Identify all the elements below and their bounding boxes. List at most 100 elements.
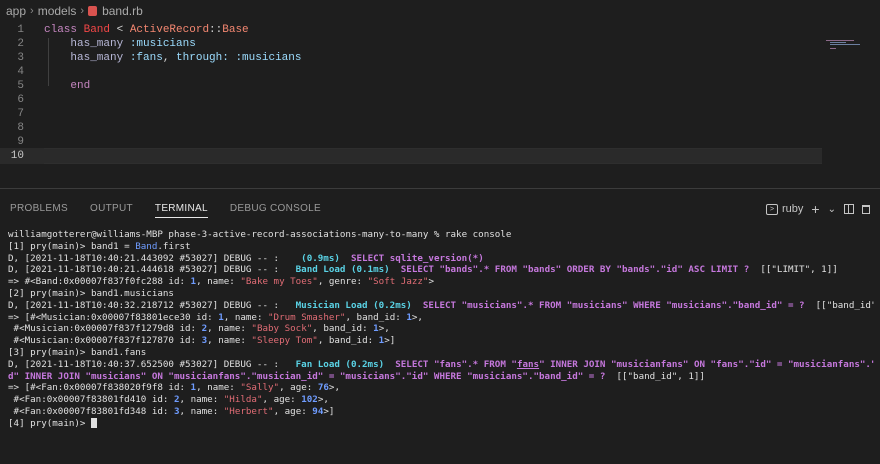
terminal-line: => #<Band:0x00007f837f0fc288 id: 1, name… xyxy=(8,276,874,288)
terminal-text: SELECT sqlite_version(*) xyxy=(350,252,484,264)
terminal-text: [["LIMIT", 1]] xyxy=(749,264,838,276)
terminal-line: D, [2021-11-18T10:40:21.444618 #53027] D… xyxy=(8,264,874,276)
panel-tabs: PROBLEMS OUTPUT TERMINAL DEBUG CONSOLE xyxy=(0,189,880,227)
panel-actions: > ruby + ⌄ xyxy=(758,201,870,217)
terminal-text: , name: xyxy=(207,323,252,335)
terminal-text: Band Load (0.1ms) xyxy=(295,264,390,276)
terminal-text: , name: xyxy=(196,276,241,288)
terminal-text: "Sleepy Tom" xyxy=(251,335,318,347)
chevron-down-icon: ⌄ xyxy=(827,203,836,215)
terminal-text: "Soft Jazz" xyxy=(367,276,429,288)
breadcrumb-file[interactable]: band.rb xyxy=(102,4,143,18)
breadcrumb: app › models › band.rb xyxy=(0,0,880,22)
terminal-text: Musician Load (0.2ms) xyxy=(295,299,412,311)
code-token: < xyxy=(110,24,130,36)
terminal-line: D, [2021-11-18T10:40:21.443092 #53027] D… xyxy=(8,253,874,265)
terminal-text: D, [2021-11-18T10:40:21.444618 #53027] D… xyxy=(8,264,296,276)
ruby-file-icon xyxy=(88,6,98,16)
terminal-text: >] xyxy=(384,335,396,347)
code-line[interactable]: 10 xyxy=(0,148,822,164)
terminal-text: #<Fan:0x00007f83801fd348 id: xyxy=(8,405,174,417)
terminal-text: => #<Band:0x00007f837f0fc288 id: xyxy=(8,276,191,288)
plus-icon: + xyxy=(811,201,820,217)
breadcrumb-app[interactable]: app xyxy=(6,4,26,18)
terminal-line: => [#<Musician:0x00007f83801ece30 id: 1,… xyxy=(8,312,874,324)
terminal-text: [["band_id", 1]] xyxy=(605,370,705,382)
code-token: :fans xyxy=(129,52,163,64)
terminal-text: >, xyxy=(317,394,329,406)
code-token: has_many xyxy=(70,38,130,50)
terminal-line: #<Fan:0x00007f83801fd348 id: 3, name: "H… xyxy=(8,406,874,418)
terminal-text: SELECT "bands".* FROM "bands" ORDER BY "… xyxy=(400,264,750,276)
terminal-line: [1] pry(main)> band1 = Band.first xyxy=(8,241,874,253)
terminal-text: , name: xyxy=(179,405,224,417)
terminal-text: , age: xyxy=(273,405,313,417)
terminal-line: [3] pry(main)> band1.fans xyxy=(8,347,874,359)
terminal-line: [4] pry(main)> xyxy=(8,418,874,430)
terminal-text: >, xyxy=(411,311,423,323)
terminal-text: (0.9ms) xyxy=(295,252,340,264)
code-token: class xyxy=(44,24,84,36)
terminal-text: fans xyxy=(516,358,540,370)
terminal-icon: > xyxy=(766,203,779,215)
terminal-text: , name: xyxy=(196,382,241,394)
terminal-line: d" INNER JOIN "musicians" ON "musicianfa… xyxy=(8,371,874,383)
tab-terminal[interactable]: TERMINAL xyxy=(154,189,208,227)
terminal-text: , name: xyxy=(179,394,224,406)
chevron-right-icon: › xyxy=(80,5,85,17)
terminal-text: [1] pry(main)> band1 = xyxy=(8,240,136,252)
terminal-dropdown-button[interactable]: ⌄ xyxy=(828,204,836,215)
code-token: :: xyxy=(209,24,223,36)
terminal-text: "Hilda" xyxy=(223,394,263,406)
terminal-text: "Drum Smasher" xyxy=(268,311,346,323)
terminal-text: , age: xyxy=(279,382,318,394)
terminal-text: "Baby Sock" xyxy=(251,323,313,335)
new-terminal-button[interactable]: + xyxy=(811,201,819,217)
kill-terminal-button[interactable] xyxy=(862,204,870,214)
terminal-line: => [#<Fan:0x00007f838020f9f8 id: 1, name… xyxy=(8,382,874,394)
split-terminal-button[interactable] xyxy=(844,204,854,214)
vscode-window: app › models › band.rb 1 class Band < Act… xyxy=(0,0,880,464)
terminal-text: D, [2021-11-18T10:40:37.652500 #53027] D… xyxy=(8,358,296,370)
terminal-text: 76 xyxy=(317,382,329,394)
minimap[interactable] xyxy=(826,40,874,49)
code-editor[interactable]: 1 class Band < ActiveRecord::Base 2 has_ma… xyxy=(0,22,880,188)
terminal-text: d" INNER JOIN "musicians" ON "musicianfa… xyxy=(8,370,606,382)
code-token: , xyxy=(162,52,177,64)
terminal-line: D, [2021-11-18T10:40:37.652500 #53027] D… xyxy=(8,359,874,371)
terminal-text: 102 xyxy=(301,394,318,406)
terminal-line: williamgotterer@williams-MBP phase-3-act… xyxy=(8,229,874,241)
terminal-output[interactable]: williamgotterer@williams-MBP phase-3-act… xyxy=(8,229,874,430)
terminal-text: [2] pry(main)> band1.musicians xyxy=(8,287,174,299)
breadcrumb-models[interactable]: models xyxy=(38,4,77,18)
terminal-text: williamgotterer@williams-MBP phase-3-act… xyxy=(8,229,512,240)
terminal-text: Band xyxy=(135,240,158,252)
terminal-text: , name: xyxy=(207,335,252,347)
terminal-line: #<Musician:0x00007f837f1279d8 id: 2, nam… xyxy=(8,323,874,335)
terminal-text: [4] pry(main)> xyxy=(8,417,91,429)
terminal-text: #<Musician:0x00007f837f1279d8 id: xyxy=(8,323,202,335)
tab-output[interactable]: OUTPUT xyxy=(90,189,133,227)
code-token: through: :musicians xyxy=(176,52,302,64)
terminal-text: "Sally" xyxy=(240,382,280,394)
trash-icon xyxy=(862,204,870,214)
tab-debug-console[interactable]: DEBUG CONSOLE xyxy=(230,189,321,227)
bottom-panel: PROBLEMS OUTPUT TERMINAL DEBUG CONSOLE >… xyxy=(0,188,880,464)
tab-problems[interactable]: PROBLEMS xyxy=(10,189,68,227)
terminal-text: => [#<Fan:0x00007f838020f9f8 id: xyxy=(8,382,191,394)
terminal-text: => [#<Musician:0x00007f83801ece30 id: xyxy=(8,311,219,323)
terminal-text: [3] pry(main)> band1.fans xyxy=(8,346,147,358)
code-token: ActiveRecord xyxy=(129,24,210,36)
terminal-text: , genre: xyxy=(317,276,368,288)
terminal-text: > xyxy=(428,276,435,288)
terminal-cursor xyxy=(90,418,97,429)
terminal-shell-selector[interactable]: > ruby xyxy=(766,203,803,215)
line-number: 10 xyxy=(10,150,24,162)
terminal-text: , band_id: xyxy=(312,323,374,335)
